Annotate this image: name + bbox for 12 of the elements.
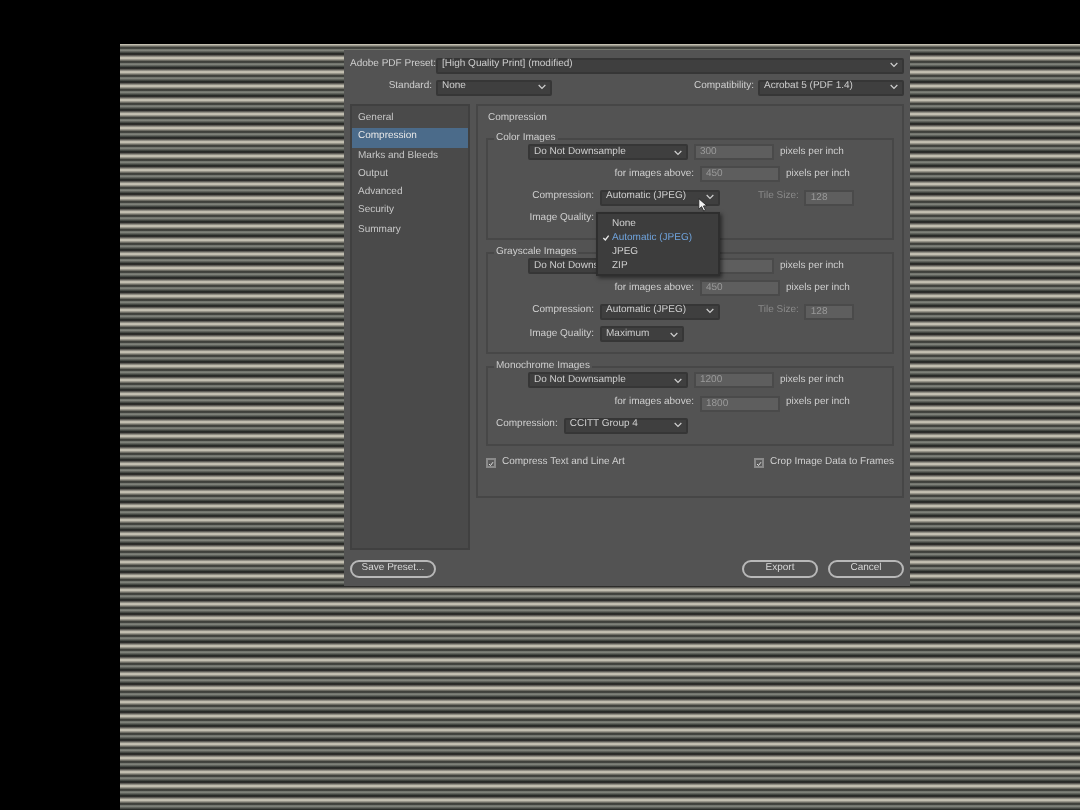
chevron-icon (538, 84, 546, 90)
chevron-icon (673, 422, 682, 429)
chevron-icon (670, 331, 678, 338)
chevron-icon (890, 84, 898, 90)
chevron-icon (674, 377, 682, 384)
chevron-icon (674, 149, 682, 155)
checkbox[interactable] (486, 458, 496, 469)
chevron-icon (706, 194, 714, 201)
chevron-icon (890, 62, 898, 68)
checkbox[interactable] (754, 458, 765, 469)
chevron-icon (706, 308, 714, 315)
check-icon (601, 233, 609, 241)
